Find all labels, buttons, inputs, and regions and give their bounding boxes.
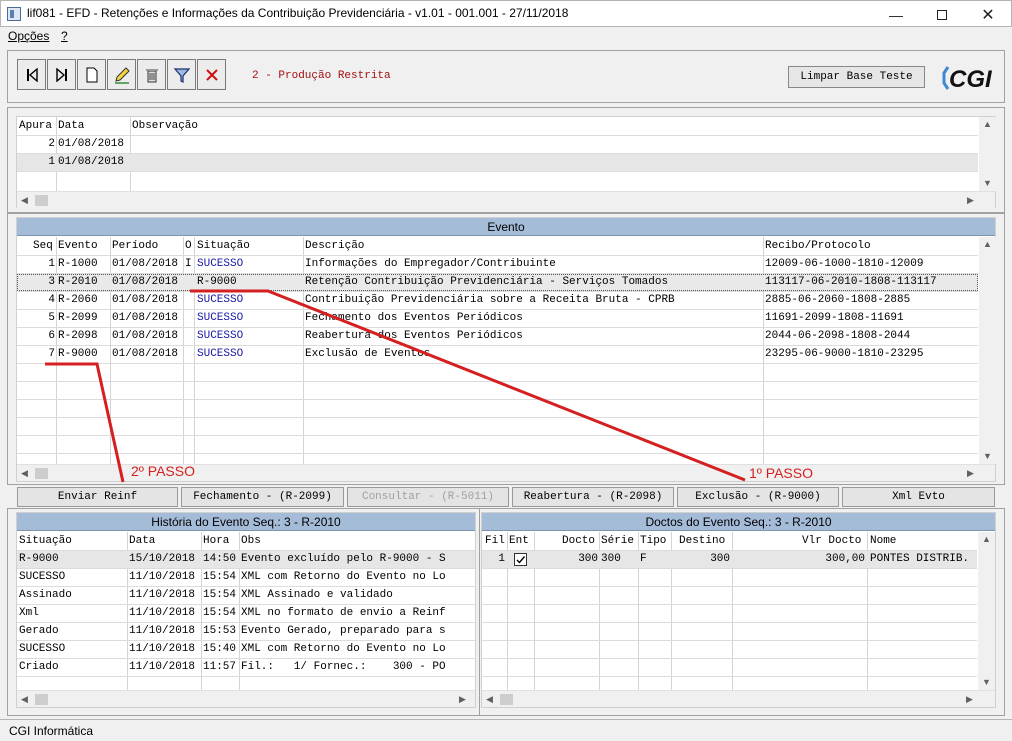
reabertura-button[interactable]: Reabertura - (R-2098) (512, 487, 674, 507)
horizontal-scrollbar[interactable]: ◀ ▶ (482, 690, 995, 707)
ent-checkbox[interactable] (514, 553, 527, 566)
scroll-thumb[interactable] (500, 694, 513, 705)
data-cell[interactable]: 11/10/2018 (129, 661, 195, 673)
hora-cell[interactable]: 15:53 (203, 625, 236, 637)
hora-cell[interactable]: 11:57 (203, 661, 236, 673)
tipo-cell[interactable]: F (640, 553, 647, 565)
historia-grid: História do Evento Seq.: 3 - R-2010 Situ… (16, 512, 476, 708)
obs-cell[interactable]: XML no formato de envio a Reinf (241, 607, 474, 619)
doctos-grid: Doctos do Evento Seq.: 3 - R-2010 Fil En… (481, 512, 996, 708)
situacao-cell[interactable]: SUCESSO (19, 571, 65, 583)
serie-cell[interactable]: 300 (601, 553, 621, 565)
scroll-down-icon[interactable]: ▼ (982, 677, 991, 687)
obs-cell[interactable]: Fil.: 1/ Fornec.: 300 - PO (241, 661, 474, 673)
situacao-cell[interactable]: R-9000 (19, 553, 59, 565)
col-tipo: Tipo (640, 535, 667, 547)
status-text: CGI Informática (9, 724, 94, 738)
data-cell[interactable]: 11/10/2018 (129, 571, 195, 583)
annotation-line-step2 (45, 362, 125, 483)
fil-cell[interactable]: 1 (482, 553, 505, 565)
obs-cell[interactable]: XML com Retorno do Evento no Lo (241, 571, 474, 583)
annotation-step2: 2º PASSO (131, 463, 195, 479)
obs-cell[interactable]: Evento excluído pelo R-9000 - S (241, 553, 474, 565)
col-vlr-docto: Vlr Docto (802, 535, 862, 547)
situacao-cell[interactable]: Criado (19, 661, 59, 673)
scroll-left-icon[interactable]: ◀ (486, 694, 493, 705)
obs-cell[interactable]: Evento Gerado, preparado para s (241, 625, 474, 637)
checkmark-icon (516, 556, 526, 564)
nome-cell[interactable]: PONTES DISTRIB. (870, 553, 976, 565)
data-cell[interactable]: 11/10/2018 (129, 589, 195, 601)
scroll-up-icon[interactable]: ▲ (982, 534, 991, 544)
situacao-cell[interactable]: Assinado (19, 589, 72, 601)
hora-cell[interactable]: 15:54 (203, 571, 236, 583)
situacao-cell[interactable]: Xml (19, 607, 39, 619)
col-destino: Destino (679, 535, 726, 547)
col-docto: Docto (562, 535, 596, 547)
scroll-thumb[interactable] (35, 694, 48, 705)
situacao-cell[interactable]: Gerado (19, 625, 59, 637)
col-situacao: Situação (19, 535, 72, 547)
obs-cell[interactable]: XML com Retorno do Evento no Lo (241, 643, 474, 655)
xml-evto-button[interactable]: Xml Evto (842, 487, 995, 507)
data-cell[interactable]: 11/10/2018 (129, 607, 195, 619)
consultar-button[interactable]: Consultar - (R-5011) (347, 487, 509, 507)
col-nome: Nome (870, 535, 897, 547)
data-cell[interactable]: 11/10/2018 (129, 625, 195, 637)
doctos-header: Doctos do Evento Seq.: 3 - R-2010 (482, 513, 995, 531)
hora-cell[interactable]: 15:40 (203, 643, 236, 655)
col-fil: Fil (485, 535, 505, 547)
col-obs: Obs (241, 535, 261, 547)
scroll-right-icon[interactable]: ▶ (459, 694, 466, 705)
exclusao-button[interactable]: Exclusão - (R-9000) (677, 487, 839, 507)
obs-cell[interactable]: XML Assinado e validado (241, 589, 474, 601)
destino-cell[interactable]: 300 (672, 553, 730, 565)
annotation-line-step1 (190, 289, 746, 482)
fechamento-button[interactable]: Fechamento - (R-2099) (181, 487, 344, 507)
vertical-scrollbar[interactable]: ▲ ▼ (978, 532, 995, 690)
col-serie: Série (601, 535, 635, 547)
hora-cell[interactable]: 15:54 (203, 607, 236, 619)
historia-header: História do Evento Seq.: 3 - R-2010 (17, 513, 475, 531)
situacao-cell[interactable]: SUCESSO (19, 643, 65, 655)
hora-cell[interactable]: 14:50 (203, 553, 236, 565)
horizontal-scrollbar[interactable]: ◀ ▶ (17, 690, 475, 707)
col-data: Data (129, 535, 156, 547)
scroll-right-icon[interactable]: ▶ (966, 694, 973, 705)
col-hora: Hora (203, 535, 230, 547)
hora-cell[interactable]: 15:54 (203, 589, 236, 601)
scroll-left-icon[interactable]: ◀ (21, 694, 28, 705)
data-cell[interactable]: 15/10/2018 (129, 553, 195, 565)
annotation-step1: 1º PASSO (749, 465, 813, 481)
enviar-reinf-button[interactable]: Enviar Reinf (17, 487, 178, 507)
status-bar: CGI Informática (0, 719, 1012, 741)
data-cell[interactable]: 11/10/2018 (129, 643, 195, 655)
col-ent: Ent (509, 535, 529, 547)
docto-cell[interactable]: 300 (534, 553, 598, 565)
vlr-docto-cell[interactable]: 300,00 (733, 553, 865, 565)
